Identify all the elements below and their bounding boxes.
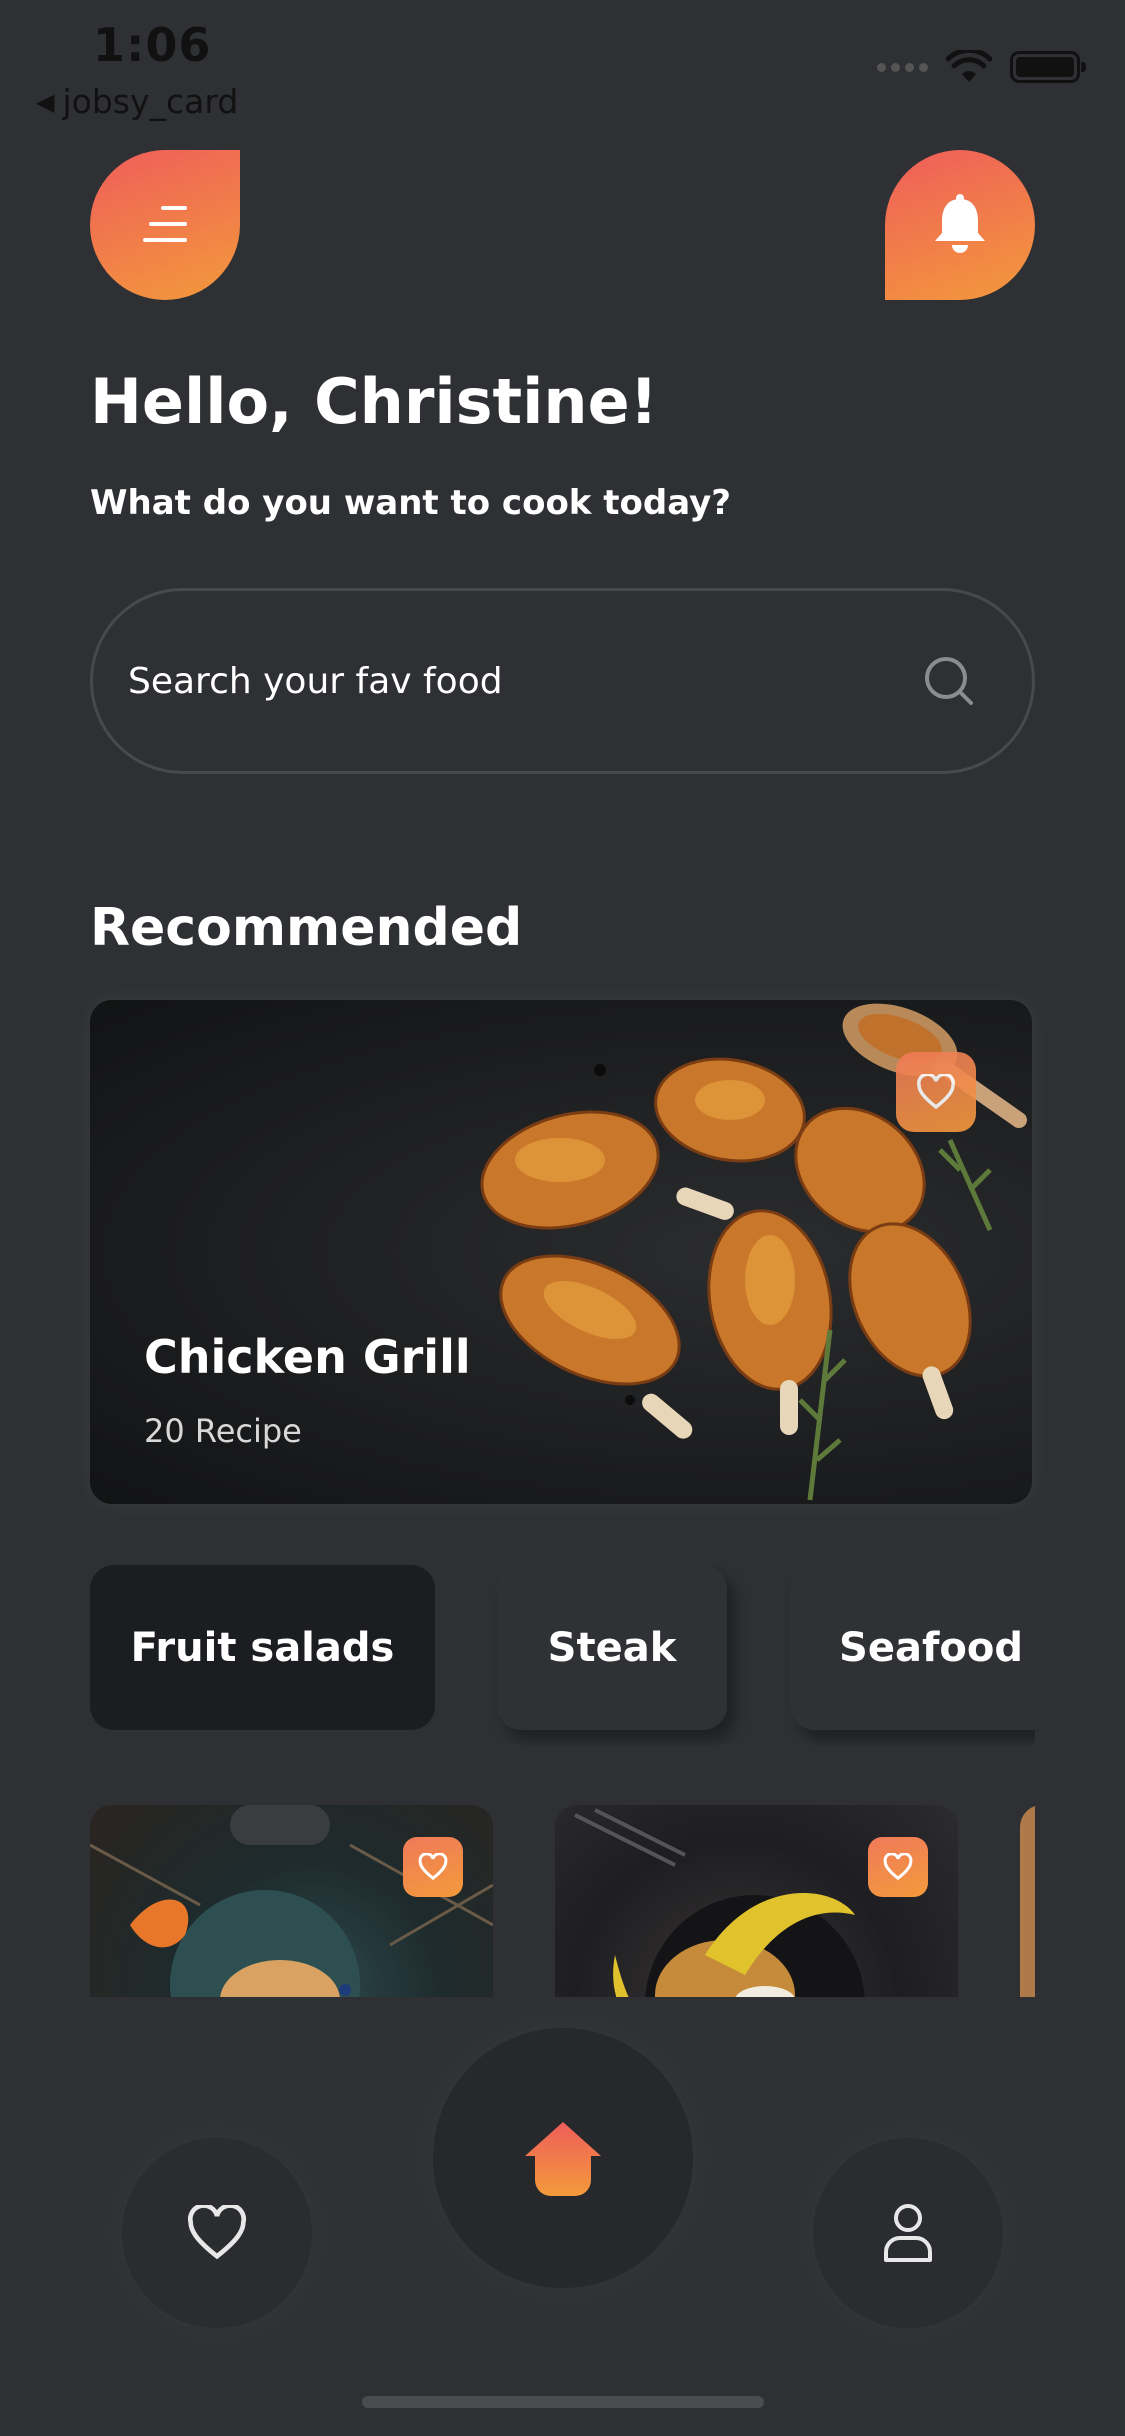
chip-label: Seafood [839,1624,1023,1671]
search-icon[interactable] [921,653,977,709]
heart-icon [418,1853,448,1881]
favorite-button[interactable] [896,1052,976,1132]
bottom-navigation [0,2000,1125,2436]
chip-label: Fruit salads [130,1624,395,1671]
chip-fruit-salads[interactable]: Fruit salads [90,1565,435,1730]
battery-icon [1010,51,1086,83]
chip-steak[interactable]: Steak [497,1565,727,1730]
home-indicator[interactable] [362,2396,764,2408]
recipe-image [574,1808,865,1997]
chip-seafood[interactable]: Seafood [790,1565,1035,1730]
cellular-signal-icon [877,62,928,72]
heart-icon [187,2205,247,2260]
heart-icon [917,1074,955,1110]
search-input[interactable]: Search your fav food [128,661,503,702]
category-chips: Fruit salads Steak Seafood [90,1565,1035,1745]
section-title-recommended: Recommended [90,898,523,958]
featured-recipe-count: 20 Recipe [144,1412,302,1450]
wifi-icon [946,50,992,82]
status-indicators [877,50,1086,84]
nav-favorites-button[interactable] [122,2138,312,2328]
back-app-label: jobsy_card [62,82,239,121]
bell-icon [935,194,985,253]
nav-profile-button[interactable] [813,2138,1003,2328]
favorite-button[interactable] [403,1837,463,1897]
greeting-title: Hello, Christine! [90,365,658,438]
chip-label: Steak [547,1624,677,1671]
profile-icon [884,2204,932,2262]
favorite-button[interactable] [868,1837,928,1897]
menu-icon [143,206,187,244]
featured-recipe-card[interactable]: Chicken Grill 20 Recipe [90,1000,1032,1504]
status-bar: 1:06 ◀ jobsy_card [0,0,1125,130]
notification-button[interactable] [885,150,1035,300]
greeting-subtitle: What do you want to cook today? [90,483,731,523]
recipe-image [90,1805,493,1997]
nav-home-button[interactable] [433,2028,693,2288]
back-arrow-icon: ◀ [36,87,55,116]
menu-button[interactable] [90,150,240,300]
back-to-app-link[interactable]: ◀ jobsy_card [36,82,238,121]
heart-icon [883,1853,913,1881]
recipe-card[interactable] [90,1805,493,1997]
featured-recipe-title: Chicken Grill [144,1330,471,1384]
recipe-card[interactable] [555,1805,958,1997]
recipe-cards [90,1805,1035,1997]
search-bar[interactable]: Search your fav food [90,588,1035,774]
home-icon [525,2122,601,2196]
recipe-card[interactable] [1020,1805,1035,1997]
status-time: 1:06 [93,18,212,72]
